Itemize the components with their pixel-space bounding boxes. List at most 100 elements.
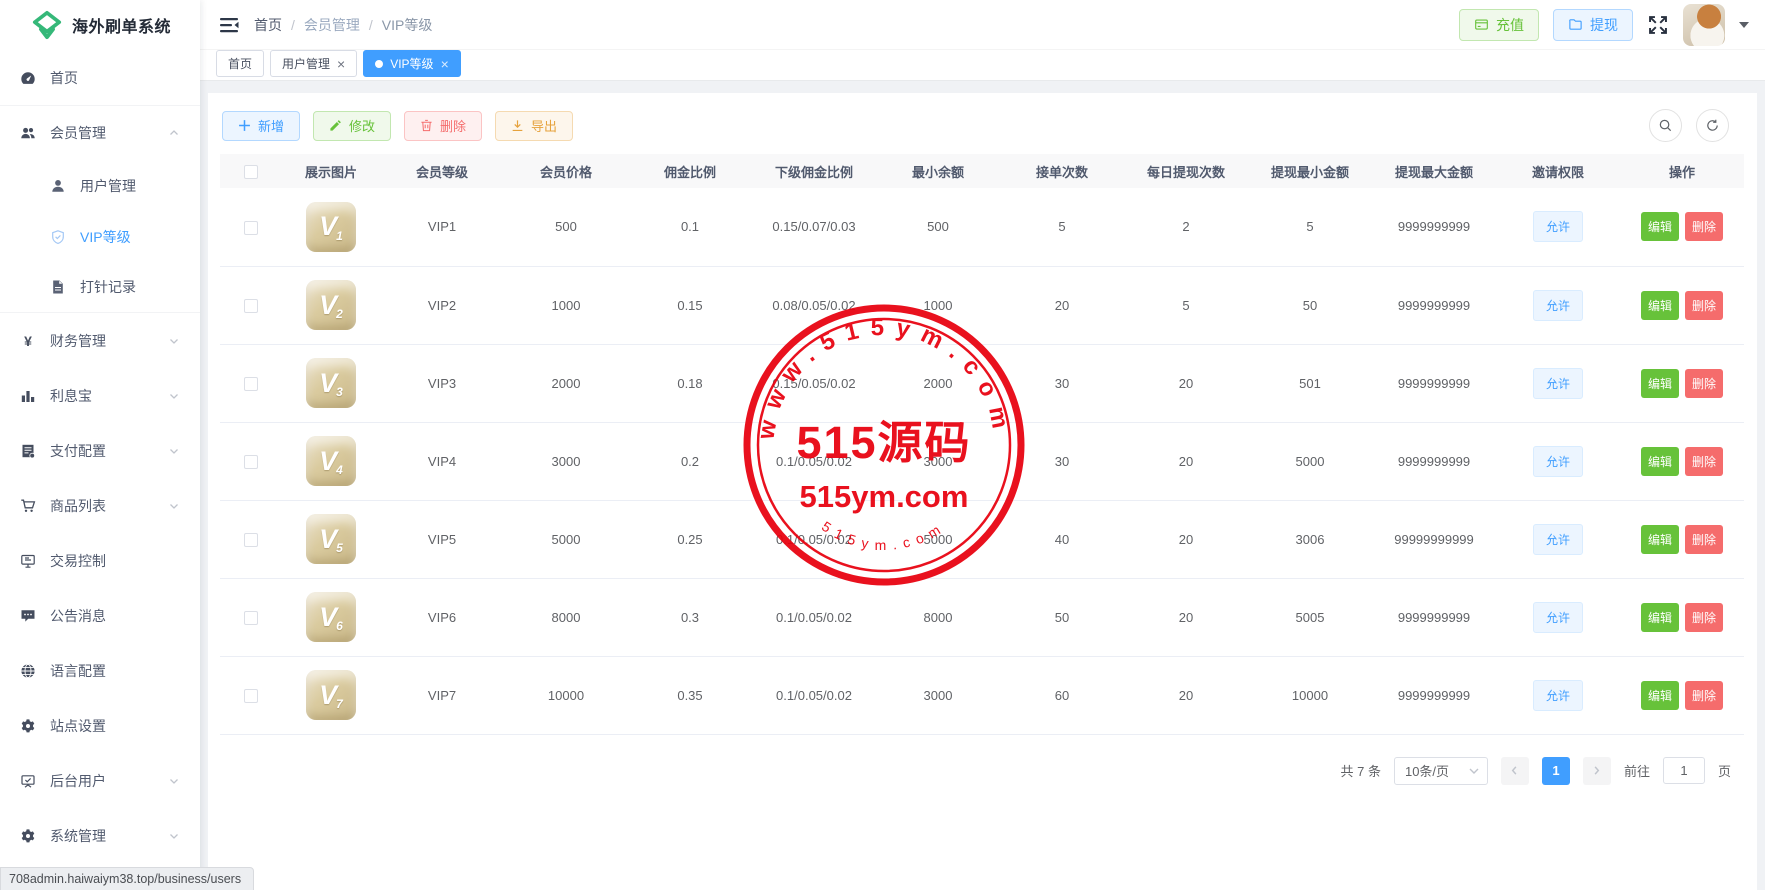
sidebar-item-label: 财务管理	[50, 331, 106, 351]
cell-sub_commission: 0.1/0.05/0.02	[776, 688, 852, 703]
edit-button[interactable]: 编辑	[1641, 603, 1679, 632]
invite-allow-button[interactable]: 允许	[1533, 524, 1583, 555]
caret-down-icon[interactable]	[1739, 22, 1749, 28]
sidebar-item-label: 支付配置	[50, 441, 106, 461]
invite-allow-button[interactable]: 允许	[1533, 368, 1583, 399]
cell-max_withdraw: 9999999999	[1398, 219, 1470, 234]
cell-min_balance: 1000	[924, 298, 953, 313]
table-row: V7VIP7100000.350.1/0.05/0.02300060201000…	[220, 656, 1744, 734]
cell-commission: 0.15	[677, 298, 702, 313]
sidebar-item-11[interactable]: 语言配置	[0, 643, 200, 698]
search-button[interactable]	[1649, 109, 1682, 142]
refresh-button[interactable]	[1696, 109, 1729, 142]
users-icon	[20, 125, 36, 141]
tab-2[interactable]: VIP等级×	[363, 50, 461, 77]
sidebar-item-12[interactable]: 站点设置	[0, 698, 200, 753]
vip-table: 展示图片会员等级会员价格佣金比例下级佣金比例最小余额接单次数每日提现次数提现最小…	[220, 154, 1744, 735]
edit-button[interactable]: 编辑	[1641, 212, 1679, 241]
edit-button[interactable]: 编辑	[1641, 369, 1679, 398]
sidebar-item-1[interactable]: 会员管理	[0, 105, 200, 160]
status-url-tooltip: 708admin.haiwaiym38.top/business/users	[0, 867, 254, 890]
delete-button[interactable]: 删除	[1685, 525, 1723, 554]
row-checkbox[interactable]	[244, 299, 258, 313]
close-icon[interactable]: ×	[441, 57, 449, 71]
delete-button[interactable]: 删除	[1685, 447, 1723, 476]
sidebar-item-5[interactable]: ¥ 财务管理	[0, 313, 200, 368]
column-header: 提现最大金额	[1395, 165, 1473, 180]
row-checkbox[interactable]	[244, 221, 258, 235]
menu-fold-icon[interactable]	[218, 14, 240, 36]
prev-page-button[interactable]	[1501, 757, 1529, 785]
row-checkbox[interactable]	[244, 611, 258, 625]
sidebar-item-3[interactable]: VIP等级	[0, 211, 200, 262]
chevron-right-icon	[1591, 765, 1602, 776]
breadcrumb-home[interactable]: 首页	[254, 15, 282, 35]
modify-button-label: 修改	[349, 116, 375, 135]
goto-page-input[interactable]	[1663, 757, 1705, 784]
sidebar-item-13[interactable]: 后台用户	[0, 753, 200, 808]
fullscreen-icon[interactable]	[1647, 14, 1669, 36]
chevron-down-icon	[168, 775, 180, 787]
vip-badge-image: V2	[306, 280, 356, 330]
sidebar-item-10[interactable]: 公告消息	[0, 588, 200, 643]
add-button[interactable]: 新增	[222, 111, 300, 141]
sidebar-item-14[interactable]: 系统管理	[0, 808, 200, 863]
delete-button[interactable]: 删除	[1685, 603, 1723, 632]
sidebar-item-8[interactable]: 商品列表	[0, 478, 200, 533]
cell-commission: 0.35	[677, 688, 702, 703]
row-checkbox[interactable]	[244, 377, 258, 391]
invite-allow-button[interactable]: 允许	[1533, 680, 1583, 711]
modify-button[interactable]: 修改	[313, 111, 391, 141]
row-checkbox[interactable]	[244, 533, 258, 547]
tab-0[interactable]: 首页	[216, 50, 264, 77]
next-page-button[interactable]	[1583, 757, 1611, 785]
invite-allow-button[interactable]: 允许	[1533, 446, 1583, 477]
page-number-button[interactable]: 1	[1542, 757, 1570, 785]
sidebar-item-9[interactable]: 交易控制	[0, 533, 200, 588]
bank-card-icon	[1474, 17, 1489, 32]
delete-button-toolbar[interactable]: 删除	[404, 111, 482, 141]
cell-min_balance: 500	[927, 219, 949, 234]
delete-button[interactable]: 删除	[1685, 369, 1723, 398]
row-checkbox[interactable]	[244, 455, 258, 469]
cell-orders: 5	[1058, 219, 1065, 234]
table-row: V6VIP680000.30.1/0.05/0.0280005020500599…	[220, 578, 1744, 656]
vip-badge-number: 2	[336, 307, 343, 321]
sidebar-item-7[interactable]: 支付配置	[0, 423, 200, 478]
breadcrumb: 首页 / 会员管理 / VIP等级	[254, 15, 432, 35]
invite-allow-button[interactable]: 允许	[1533, 602, 1583, 633]
delete-button[interactable]: 删除	[1685, 291, 1723, 320]
vip-badge-letter: V	[319, 680, 337, 711]
delete-button[interactable]: 删除	[1685, 212, 1723, 241]
vip-badge-letter: V	[319, 524, 337, 555]
breadcrumb-member[interactable]: 会员管理	[304, 15, 360, 35]
export-button[interactable]: 导出	[495, 111, 573, 141]
invite-allow-button[interactable]: 允许	[1533, 211, 1583, 242]
select-all-checkbox[interactable]	[244, 165, 258, 179]
delete-button[interactable]: 删除	[1685, 681, 1723, 710]
vip-badge-letter: V	[319, 290, 337, 321]
row-checkbox[interactable]	[244, 689, 258, 703]
cell-commission: 0.25	[677, 532, 702, 547]
user-avatar[interactable]	[1683, 4, 1725, 46]
close-icon[interactable]: ×	[337, 57, 345, 71]
cell-min_withdraw: 5000	[1296, 454, 1325, 469]
vip-badge-letter: V	[319, 211, 337, 242]
page-size-select[interactable]: 10条/页	[1394, 757, 1488, 785]
invite-allow-button[interactable]: 允许	[1533, 290, 1583, 321]
main-area: 首页 / 会员管理 / VIP等级 充值 提现 首页用户管理×VIP等级×	[200, 0, 1765, 890]
recharge-button[interactable]: 充值	[1459, 9, 1539, 41]
tab-1[interactable]: 用户管理×	[270, 50, 357, 77]
edit-button[interactable]: 编辑	[1641, 291, 1679, 320]
sidebar-item-0[interactable]: 首页	[0, 50, 200, 105]
edit-button[interactable]: 编辑	[1641, 447, 1679, 476]
cell-daily_withdrawals: 5	[1182, 298, 1189, 313]
edit-button[interactable]: 编辑	[1641, 681, 1679, 710]
sidebar-item-2[interactable]: 用户管理	[0, 160, 200, 211]
globe-icon	[20, 663, 36, 679]
sidebar-item-4[interactable]: 打针记录	[0, 262, 200, 313]
sidebar-item-6[interactable]: 利息宝	[0, 368, 200, 423]
svg-text:¥: ¥	[24, 333, 32, 349]
withdraw-button[interactable]: 提现	[1553, 9, 1633, 41]
edit-button[interactable]: 编辑	[1641, 525, 1679, 554]
